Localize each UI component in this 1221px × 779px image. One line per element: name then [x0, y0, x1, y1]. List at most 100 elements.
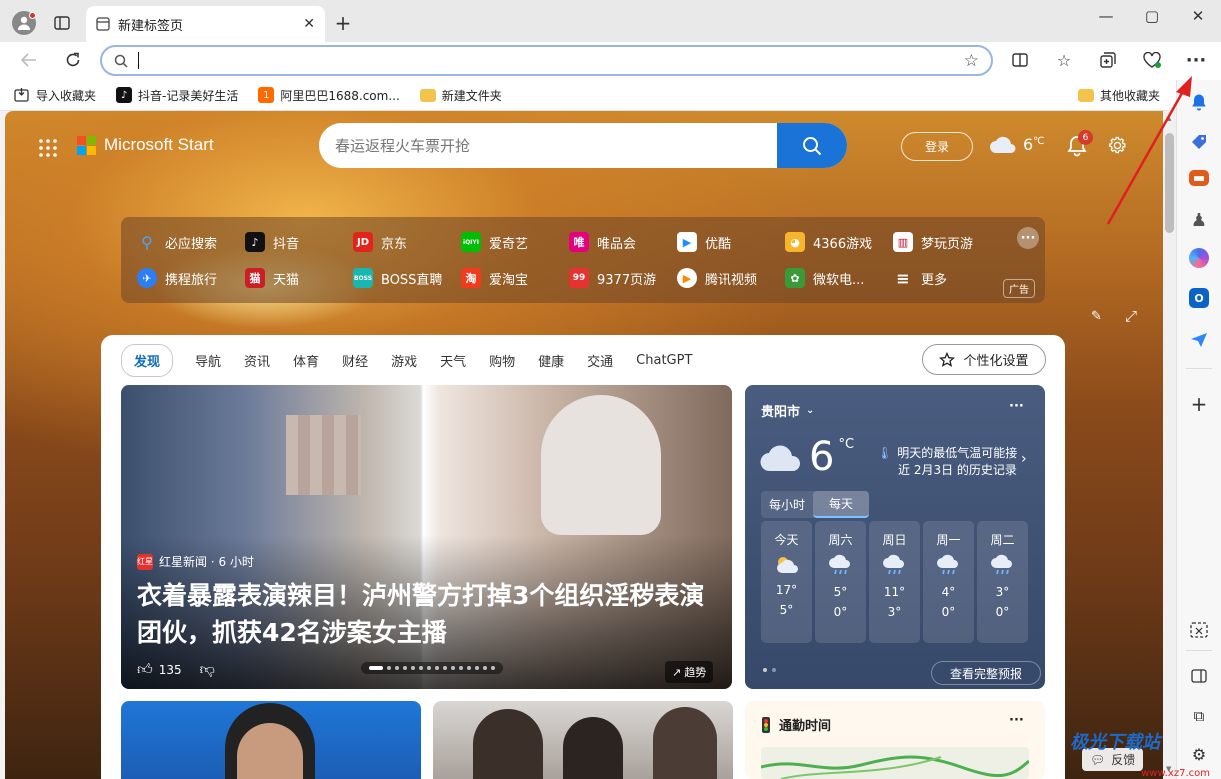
- carousel-dot[interactable]: [467, 666, 471, 670]
- forecast-day[interactable]: 周日 11° 3°: [869, 521, 920, 643]
- carousel-dot[interactable]: [483, 666, 487, 670]
- hero-headline[interactable]: 衣着暴露表演辣目！泸州警方打掉3个组织淫秽表演团伙，抓获42名涉案女主播: [137, 577, 727, 651]
- carousel-indicator[interactable]: [361, 662, 503, 674]
- trend-badge[interactable]: ↗ 趋势: [665, 661, 714, 683]
- quick-link-more[interactable]: ≡ 更多: [893, 268, 1001, 288]
- notification-bell-icon[interactable]: 6: [1067, 130, 1093, 161]
- toggle-daily[interactable]: 每天: [813, 491, 870, 518]
- sidebar-toggle-icon[interactable]: [1187, 664, 1211, 688]
- web-search-box[interactable]: 春运返程火车票开抢: [319, 123, 847, 168]
- carousel-dot[interactable]: [395, 666, 399, 670]
- quick-link[interactable]: 淘爱淘宝: [461, 268, 569, 288]
- quick-link[interactable]: 唯唯品会: [569, 232, 677, 252]
- forecast-day[interactable]: 今天 17° 5°: [761, 521, 812, 643]
- weather-city-selector[interactable]: 贵阳市 ⌄: [761, 401, 814, 420]
- tab-weather[interactable]: 天气: [440, 351, 466, 370]
- profile-avatar[interactable]: [12, 11, 36, 35]
- search-button[interactable]: [777, 123, 847, 168]
- carousel-dot[interactable]: [411, 666, 415, 670]
- search-placeholder[interactable]: 春运返程火车票开抢: [319, 135, 777, 156]
- quick-link[interactable]: ▶ 优酷: [677, 232, 785, 252]
- tab-close-icon[interactable]: ✕: [303, 16, 315, 32]
- window-close-icon[interactable]: ✕: [1175, 0, 1221, 32]
- quick-links-more-icon[interactable]: ···: [1017, 227, 1039, 249]
- quick-link[interactable]: ⚲ 必应搜索: [137, 232, 245, 252]
- tab-actions-icon[interactable]: [52, 13, 72, 33]
- news-card-2[interactable]: [121, 701, 421, 779]
- edit-background-icon[interactable]: ✎: [1091, 309, 1102, 324]
- add-plus-icon[interactable]: +: [1187, 392, 1211, 416]
- login-button[interactable]: 登录: [901, 132, 973, 161]
- chevron-right-icon[interactable]: ›: [1021, 451, 1027, 467]
- weather-alert[interactable]: 🌡︎ 明天的最低气温可能接 近 2月3日 的历史记录: [877, 445, 1017, 479]
- full-forecast-button[interactable]: 查看完整预报: [931, 661, 1041, 685]
- personalize-button[interactable]: 个性化设置: [922, 344, 1046, 375]
- carousel-dot[interactable]: [443, 666, 447, 670]
- favorite-1688[interactable]: 1 阿里巴巴1688.com...: [258, 87, 400, 104]
- carousel-dot[interactable]: [427, 666, 431, 670]
- weather-card[interactable]: 贵阳市 ⌄ ··· 6 °C 🌡︎ 明天的最低气温可能接 近 2月3日 的历史记录…: [745, 385, 1045, 689]
- news-card-3[interactable]: [433, 701, 733, 779]
- quick-link[interactable]: ◕ 4366游戏: [785, 232, 893, 252]
- screenshot-icon[interactable]: [1187, 618, 1211, 642]
- address-bar[interactable]: ☆: [100, 45, 993, 76]
- send-plane-icon[interactable]: [1187, 328, 1211, 352]
- thumbs-up-icon[interactable]: 👍︎: [137, 660, 153, 679]
- quick-link[interactable]: ♪ 抖音: [245, 232, 353, 252]
- traffic-map[interactable]: [761, 747, 1029, 779]
- carousel-dot[interactable]: [387, 666, 391, 670]
- quick-link[interactable]: ✿ 微软电...: [785, 268, 893, 288]
- weather-page-dots[interactable]: [763, 668, 776, 672]
- browser-tab[interactable]: 新建标签页 ✕: [86, 6, 325, 42]
- commute-more-icon[interactable]: ···: [1009, 713, 1024, 728]
- outlook-icon[interactable]: O: [1189, 288, 1209, 308]
- quick-link[interactable]: ✈ 携程旅行: [137, 268, 245, 288]
- thumbs-down-icon[interactable]: 👎︎: [200, 660, 215, 679]
- favorite-folder[interactable]: 新建文件夹: [419, 87, 502, 104]
- carousel-dot[interactable]: [403, 666, 407, 670]
- carousel-dot[interactable]: [369, 666, 383, 670]
- microsoft-start-logo[interactable]: Microsoft Start: [77, 135, 214, 155]
- carousel-dot[interactable]: [475, 666, 479, 670]
- carousel-dot[interactable]: [459, 666, 463, 670]
- tab-news[interactable]: 资讯: [244, 351, 270, 370]
- open-external-icon[interactable]: ⧉: [1187, 704, 1211, 728]
- quick-link[interactable]: ▶ 腾讯视频: [677, 268, 785, 288]
- refresh-icon[interactable]: [58, 45, 88, 75]
- weather-widget-top[interactable]: 6 ℃: [989, 135, 1044, 154]
- tab-discover[interactable]: 发现: [121, 344, 174, 377]
- apps-grid-icon[interactable]: [39, 139, 57, 157]
- quick-link[interactable]: iQIYI 爱奇艺: [461, 232, 569, 252]
- tab-chatgpt[interactable]: ChatGPT: [636, 353, 692, 368]
- split-screen-icon[interactable]: [1005, 45, 1035, 75]
- hero-news-card[interactable]: 红星 红星新闻 · 6 小时 衣着暴露表演辣目！泸州警方打掉3个组织淫秽表演团伙…: [121, 385, 732, 689]
- quick-link[interactable]: ▥ 梦玩页游: [893, 232, 1001, 252]
- favorites-icon[interactable]: ☆: [1049, 45, 1079, 75]
- tab-traffic[interactable]: 交通: [587, 351, 613, 370]
- expand-icon[interactable]: ⤢: [1125, 307, 1137, 325]
- quick-link[interactable]: BOSS BOSS直聘: [353, 268, 461, 288]
- tab-finance[interactable]: 财经: [342, 351, 368, 370]
- favorite-star-icon[interactable]: ☆: [964, 51, 979, 71]
- forecast-day[interactable]: 周二 3° 0°: [977, 521, 1028, 643]
- commute-card[interactable]: 通勤时间 ···: [745, 701, 1045, 779]
- favorite-douyin[interactable]: ♪ 抖音-记录美好生活: [116, 87, 238, 104]
- carousel-dot[interactable]: [451, 666, 455, 670]
- back-arrow-icon[interactable]: [14, 45, 44, 75]
- carousel-dot[interactable]: [419, 666, 423, 670]
- copilot-icon[interactable]: [1189, 248, 1209, 268]
- forecast-day[interactable]: 周六 5° 0°: [815, 521, 866, 643]
- tab-sports[interactable]: 体育: [293, 351, 319, 370]
- tab-navigation[interactable]: 导航: [195, 351, 221, 370]
- forecast-day[interactable]: 周一 4° 0°: [923, 521, 974, 643]
- new-tab-plus-icon[interactable]: +: [333, 11, 353, 35]
- minimize-icon[interactable]: —: [1083, 0, 1129, 32]
- quick-link[interactable]: 猫天猫: [245, 268, 353, 288]
- tab-games[interactable]: 游戏: [391, 351, 417, 370]
- carousel-dot[interactable]: [491, 666, 495, 670]
- toggle-hourly[interactable]: 每小时: [761, 492, 813, 517]
- quick-link[interactable]: JD 京东: [353, 232, 461, 252]
- favorite-import[interactable]: 导入收藏夹: [14, 87, 96, 104]
- tab-health[interactable]: 健康: [538, 351, 564, 370]
- quick-link[interactable]: 99 9377页游: [569, 268, 677, 288]
